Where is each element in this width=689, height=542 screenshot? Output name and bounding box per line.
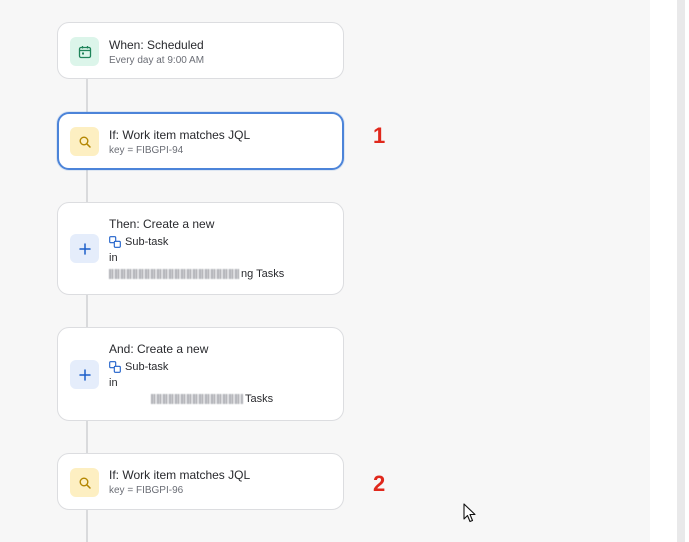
redacted-project-name [151, 394, 243, 404]
action-2-project-suffix: Tasks [245, 393, 274, 405]
condition-card-jql-2[interactable]: If: Work item matches JQL key = FIBGPI-9… [57, 453, 344, 510]
subtask-icon [109, 236, 121, 248]
plus-icon [70, 360, 99, 389]
trigger-card-scheduled[interactable]: When: Scheduled Every day at 9:00 AM [57, 22, 344, 79]
action-card-create-subtask-2[interactable]: And: Create a new Sub-task in Tasks [57, 327, 344, 421]
action-1-title: Then: Create a new [109, 217, 215, 231]
condition-1-subtitle: key = FIBGPI-94 [109, 145, 184, 156]
action-2-title: And: Create a new [109, 342, 209, 356]
search-icon [70, 127, 99, 156]
action-card-create-subtask-1[interactable]: Then: Create a new Sub-task in ng Tasks [57, 202, 344, 295]
annotation-marker-1: 1 [373, 123, 386, 148]
action-1-project-suffix: ng Tasks [241, 268, 285, 280]
plus-icon [70, 234, 99, 263]
condition-2-subtitle: key = FIBGPI-96 [109, 485, 184, 496]
search-icon [70, 468, 99, 497]
action-2-in-label: in [109, 377, 118, 389]
subtask-icon [109, 361, 121, 373]
action-2-issue-type: Sub-task [125, 361, 169, 373]
condition-2-title: If: Work item matches JQL [109, 468, 251, 482]
condition-1-title: If: Work item matches JQL [109, 128, 251, 142]
scrollbar[interactable] [677, 0, 685, 542]
trigger-title: When: Scheduled [109, 38, 204, 52]
action-1-issue-type: Sub-task [125, 236, 169, 248]
trigger-subtitle: Every day at 9:00 AM [109, 55, 205, 66]
condition-card-jql-1[interactable]: If: Work item matches JQL key = FIBGPI-9… [57, 112, 344, 170]
redacted-project-name [109, 269, 239, 279]
annotation-marker-2: 2 [373, 471, 386, 496]
action-1-in-label: in [109, 252, 118, 264]
calendar-icon [70, 37, 99, 66]
mouse-cursor-icon [463, 503, 477, 528]
